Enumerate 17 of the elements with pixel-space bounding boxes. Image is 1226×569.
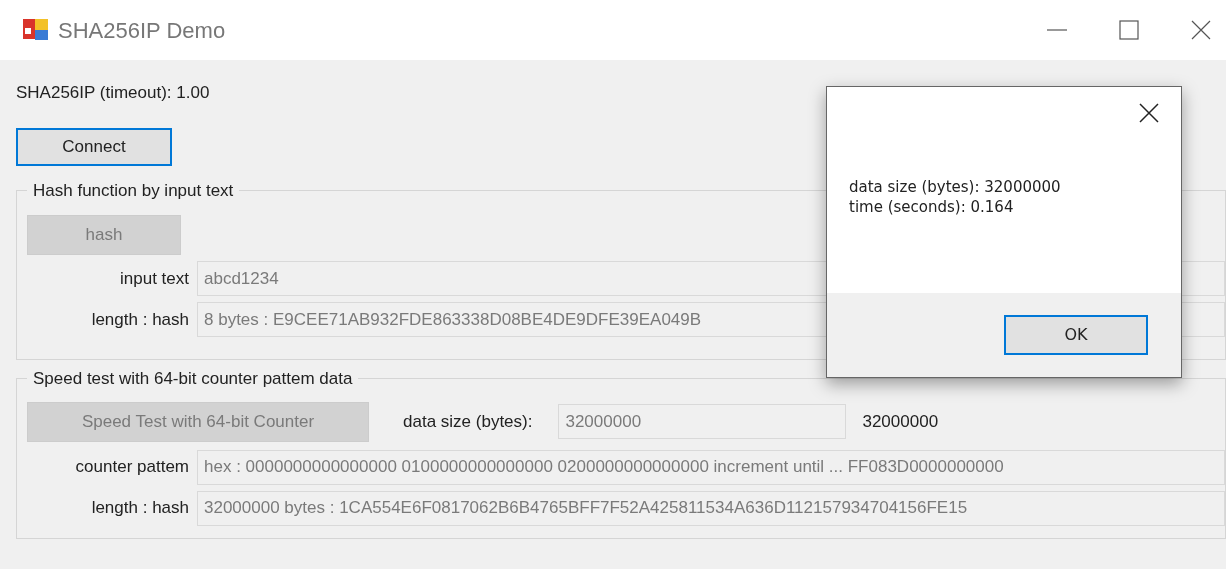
- close-icon[interactable]: [1190, 19, 1212, 41]
- field-label: length : hash: [90, 497, 190, 520]
- connect-button[interactable]: Connect: [16, 127, 172, 166]
- field-label: counter pattem: [74, 456, 190, 479]
- close-icon[interactable]: [1139, 103, 1159, 123]
- status-text: SHA256IP (timeout): 1.00: [16, 82, 211, 104]
- field-label: input text: [119, 267, 190, 290]
- field-label: data size (bytes):: [403, 410, 533, 433]
- ok-button[interactable]: OK: [1004, 315, 1148, 355]
- group-title: Speed test with 64-bit counter pattem data: [33, 369, 353, 388]
- maximize-icon[interactable]: [1118, 19, 1140, 41]
- size-reading: 32000000: [862, 410, 939, 433]
- message-text: time (seconds): 0.164: [849, 197, 1014, 217]
- window-title: SHA256IP Demo: [58, 16, 226, 45]
- field-label: length : hash: [90, 308, 190, 331]
- group-title: Hash function by input text: [33, 180, 234, 200]
- message-text: data size (bytes): 32000000: [849, 177, 1061, 197]
